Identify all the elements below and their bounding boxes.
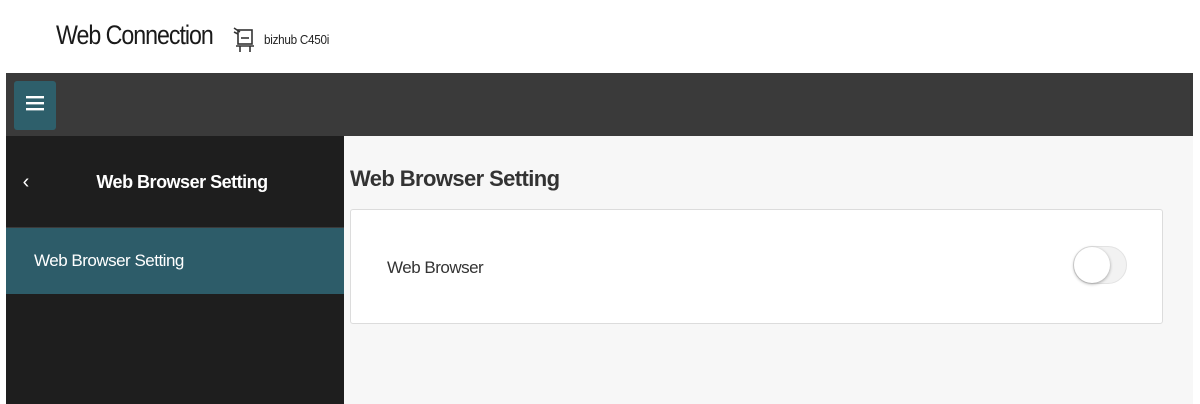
page-title: Web Browser Setting xyxy=(350,166,560,191)
sidebar: ‹ Web Browser Setting Web Browser Settin… xyxy=(6,136,344,404)
sidebar-header: ‹ Web Browser Setting xyxy=(6,136,344,228)
web-browser-label: Web Browser xyxy=(387,258,484,277)
hamburger-menu-icon xyxy=(25,94,45,117)
main-content: Web Browser Setting Web Browser xyxy=(344,136,1193,404)
brand-header: Web Connection bizhub C450i xyxy=(0,0,1200,73)
printer-icon xyxy=(232,26,256,54)
menu-button[interactable] xyxy=(14,81,56,130)
sidebar-item-web-browser-setting[interactable]: Web Browser Setting xyxy=(6,228,344,294)
web-browser-toggle[interactable] xyxy=(1073,246,1127,284)
sidebar-item-label: Web Browser Setting xyxy=(34,251,184,270)
toggle-knob xyxy=(1074,247,1110,283)
settings-card: Web Browser xyxy=(350,209,1163,324)
top-bar xyxy=(6,73,1193,136)
device-name: bizhub C450i xyxy=(264,32,330,47)
app-title: Web Connection xyxy=(56,20,214,50)
sidebar-title: Web Browser Setting xyxy=(96,172,268,192)
